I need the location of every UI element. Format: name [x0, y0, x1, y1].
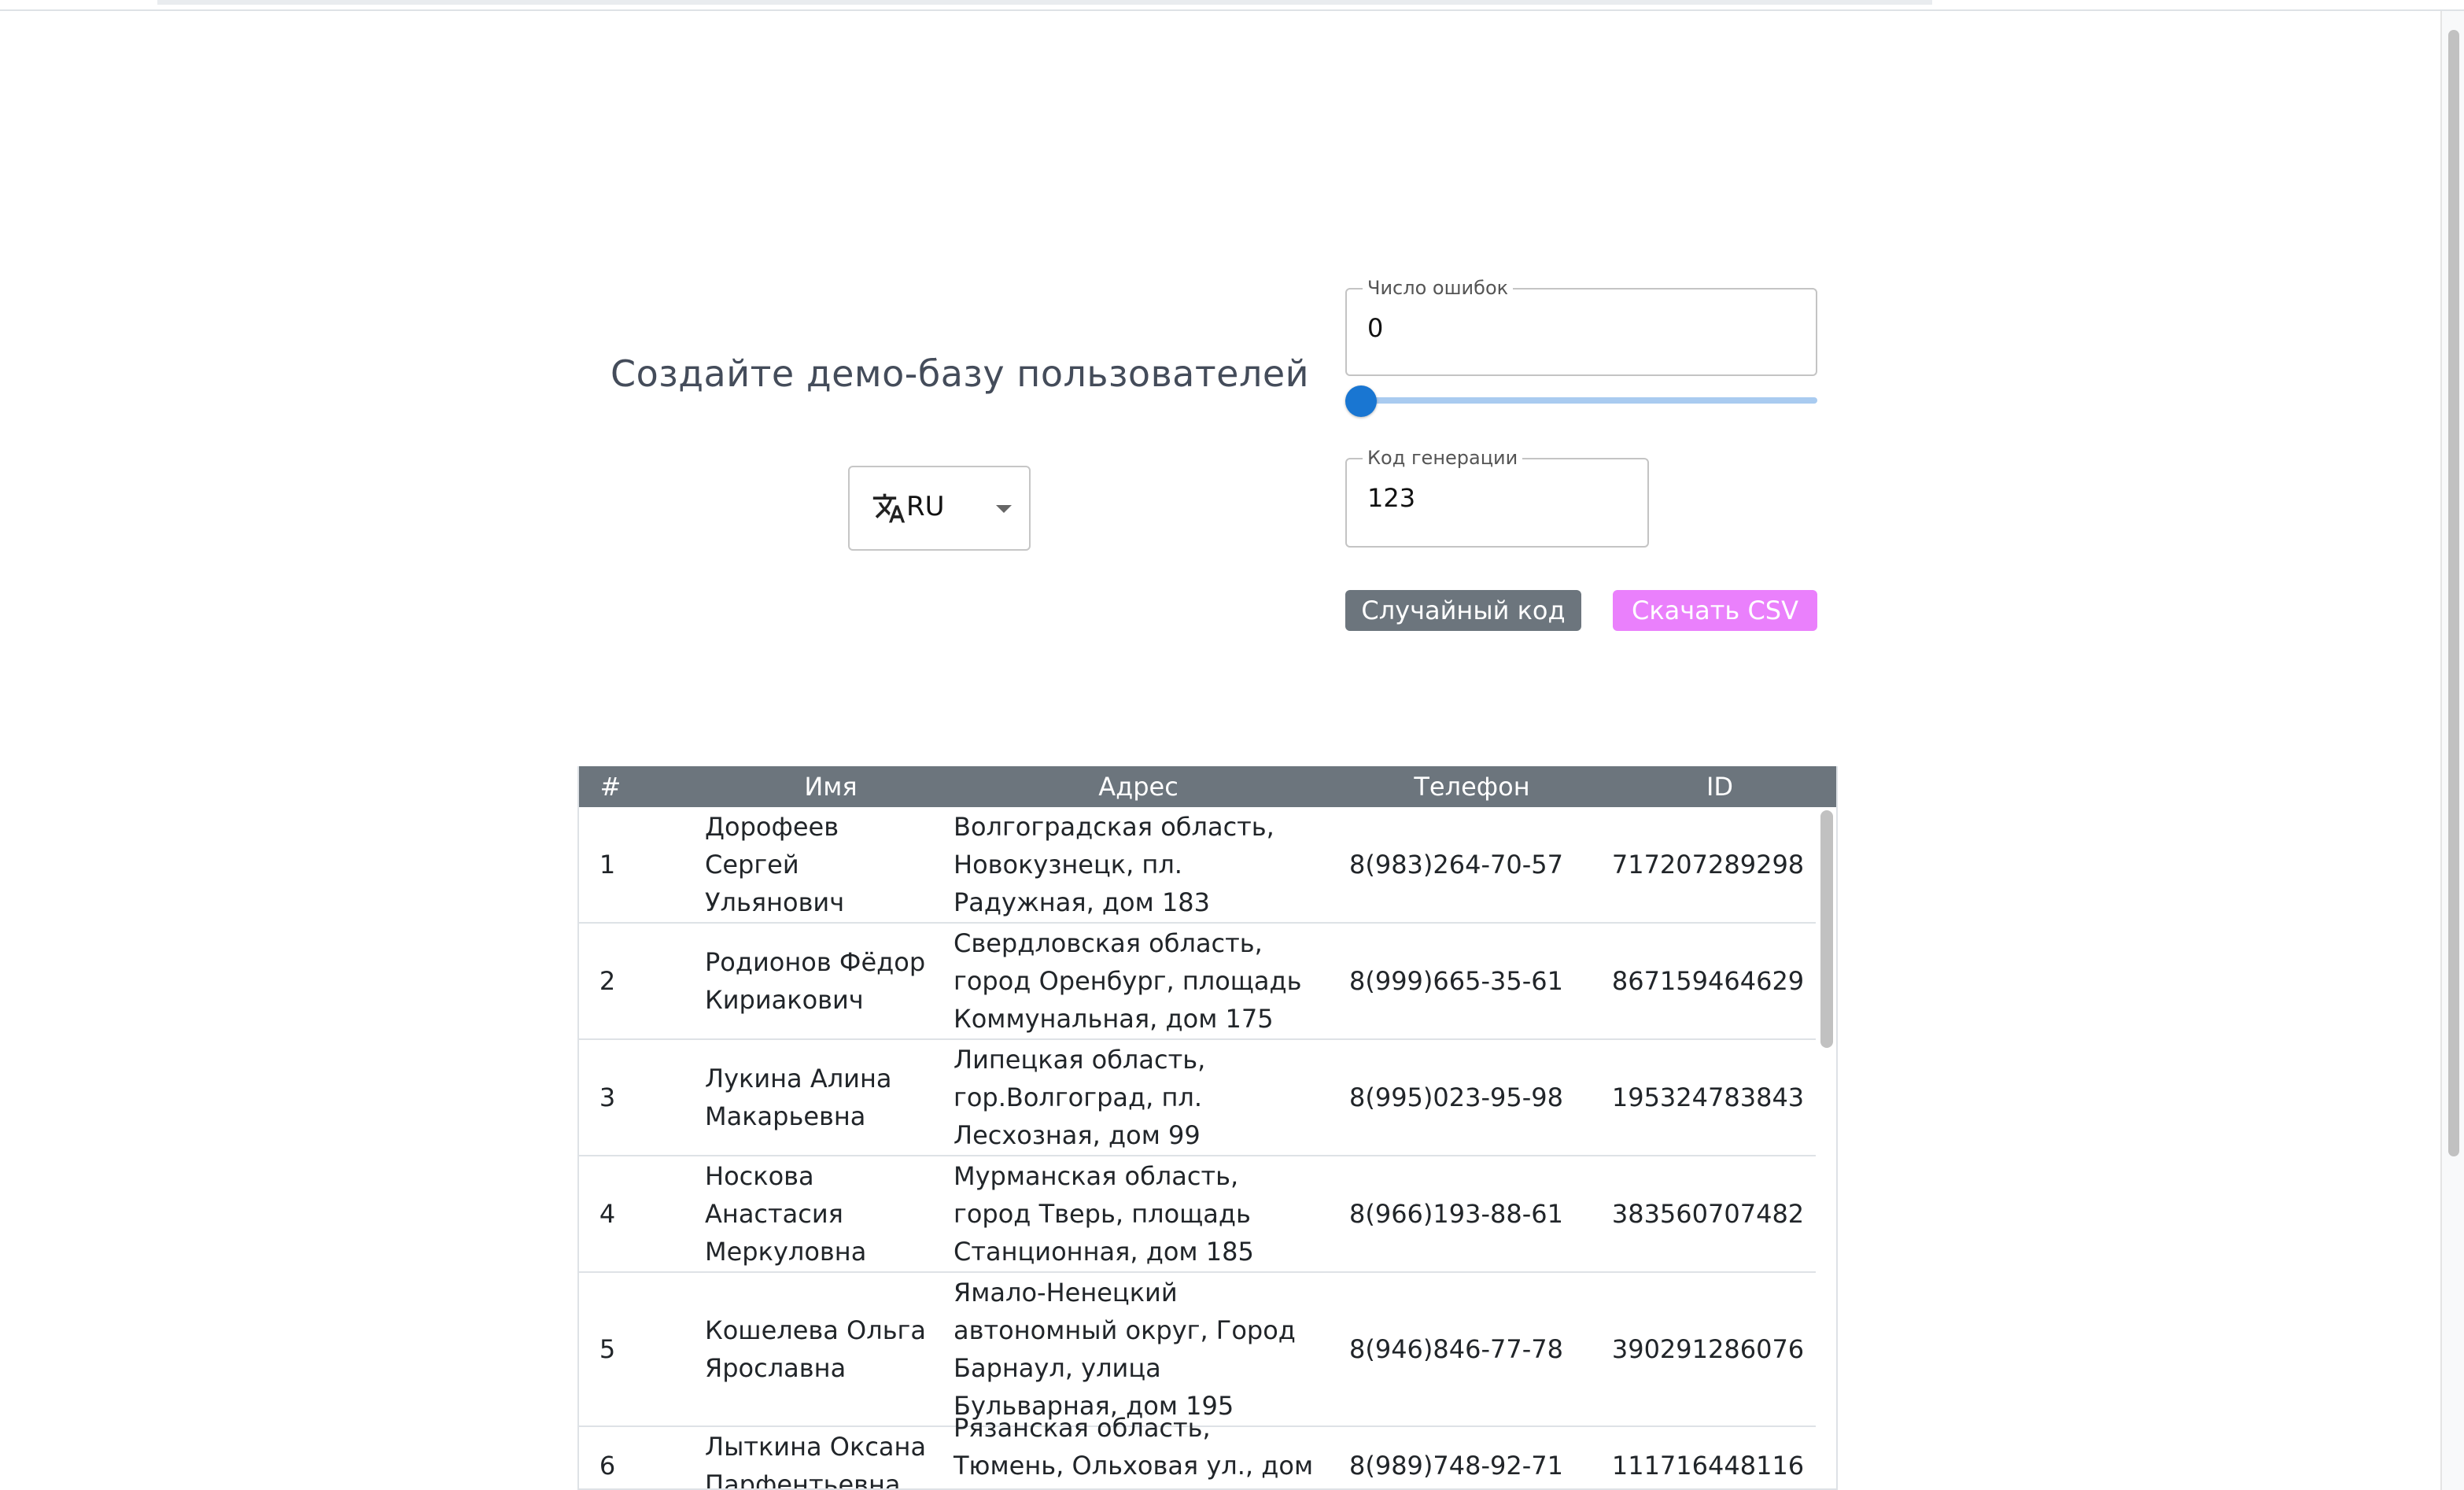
cell-phone: 8(999)665-35-61 — [1348, 966, 1563, 996]
cell-name: Лыткина Оксана Парфентьевна — [705, 1432, 927, 1490]
page-scrollbar-thumb[interactable] — [2448, 30, 2459, 1156]
cell-phone: 8(995)023-95-98 — [1348, 1082, 1563, 1112]
cell-address: Рязанская область, Тюмень, Ольховая ул.,… — [954, 1413, 1314, 1481]
table-row: 6 Лыткина Оксана Парфентьевна Рязанская … — [579, 1413, 1816, 1490]
browser-top-bar — [0, 0, 2464, 11]
cell-phone: 8(946)846-77-78 — [1348, 1334, 1563, 1364]
cell-name: Кошелева Ольга Ярославна — [705, 1315, 926, 1383]
cell-id: 195324783843 — [1611, 1082, 1805, 1112]
translate-icon — [872, 493, 906, 523]
cell-id: 383560707482 — [1611, 1199, 1805, 1229]
language-code: RU — [906, 491, 945, 522]
column-header-address: Адрес — [1098, 772, 1179, 802]
page-scrollbar[interactable] — [2440, 11, 2464, 1490]
seed-label: Код генерации — [1363, 447, 1523, 469]
seed-field[interactable]: Код генерации 123 — [1345, 447, 1649, 548]
table-row: 3 Лукина Алина Макарьевна Липецкая облас… — [579, 1040, 1816, 1156]
column-header-number: # — [599, 772, 622, 802]
seed-value[interactable]: 123 — [1367, 483, 1415, 513]
cell-phone: 8(966)193-88-61 — [1348, 1199, 1563, 1229]
chevron-down-icon — [996, 505, 1012, 513]
cell-address: Волгоградская область, Новокузнецк, пл. … — [954, 812, 1274, 917]
errors-count-value[interactable]: 0 — [1367, 313, 1383, 343]
cell-number: 1 — [599, 850, 616, 880]
table-header: # Имя Адрес Телефон ID — [579, 766, 1836, 807]
cell-number: 4 — [599, 1199, 616, 1229]
cell-id: 867159464629 — [1611, 966, 1805, 996]
cell-number: 6 — [599, 1451, 616, 1481]
cell-address: Ямало-Ненецкий автономный округ, Город Б… — [954, 1278, 1296, 1421]
language-select[interactable]: RU — [848, 466, 1031, 551]
cell-address: Свердловская область, город Оренбург, пл… — [954, 928, 1302, 1034]
page-title: Создайте демо-базу пользователей — [610, 352, 1310, 395]
errors-count-field[interactable]: Число ошибок 0 — [1345, 277, 1817, 376]
cell-id: 390291286076 — [1611, 1334, 1805, 1364]
cell-phone: 8(983)264-70-57 — [1348, 850, 1563, 880]
errors-slider-track[interactable] — [1345, 397, 1817, 404]
browser-tab-strip — [157, 0, 1932, 5]
cell-number: 5 — [599, 1334, 616, 1364]
cell-name: Родионов Фёдор Кириакович — [705, 947, 926, 1015]
table-row: 1 Дорофеев Сергей Ульянович Волгоградска… — [579, 807, 1816, 924]
cell-id: 111716448116 — [1611, 1451, 1805, 1481]
cell-name: Носкова Анастасия Меркуловна — [705, 1161, 867, 1267]
table-scrollbar-thumb[interactable] — [1820, 810, 1833, 1048]
column-header-phone: Телефон — [1414, 772, 1530, 802]
cell-id: 717207289298 — [1611, 850, 1805, 880]
column-header-id: ID — [1706, 772, 1734, 802]
random-seed-button[interactable]: Случайный код — [1345, 590, 1581, 631]
table-row: 2 Родионов Фёдор Кириакович Свердловская… — [579, 924, 1816, 1040]
download-csv-button[interactable]: Скачать CSV — [1613, 590, 1817, 631]
cell-address: Липецкая область, гор.Волгоград, пл. Лес… — [954, 1045, 1206, 1150]
errors-count-label: Число ошибок — [1363, 277, 1514, 299]
cell-name: Дорофеев Сергей Ульянович — [705, 812, 845, 917]
cell-address: Мурманская область, город Тверь, площадь… — [954, 1161, 1254, 1267]
cell-phone: 8(989)748-92-71 — [1348, 1451, 1563, 1481]
cell-number: 2 — [599, 966, 616, 996]
column-header-name: Имя — [804, 772, 858, 802]
cell-name: Лукина Алина Макарьевна — [705, 1064, 892, 1131]
table-row: 4 Носкова Анастасия Меркуловна Мурманска… — [579, 1156, 1816, 1273]
errors-slider[interactable] — [1345, 385, 1817, 417]
cell-number: 3 — [599, 1082, 616, 1112]
errors-slider-thumb[interactable] — [1345, 385, 1377, 417]
users-table: # Имя Адрес Телефон ID 1 Дорофеев Сергей… — [577, 766, 1838, 1490]
table-row: 5 Кошелева Ольга Ярославна Ямало-Ненецки… — [579, 1273, 1816, 1427]
